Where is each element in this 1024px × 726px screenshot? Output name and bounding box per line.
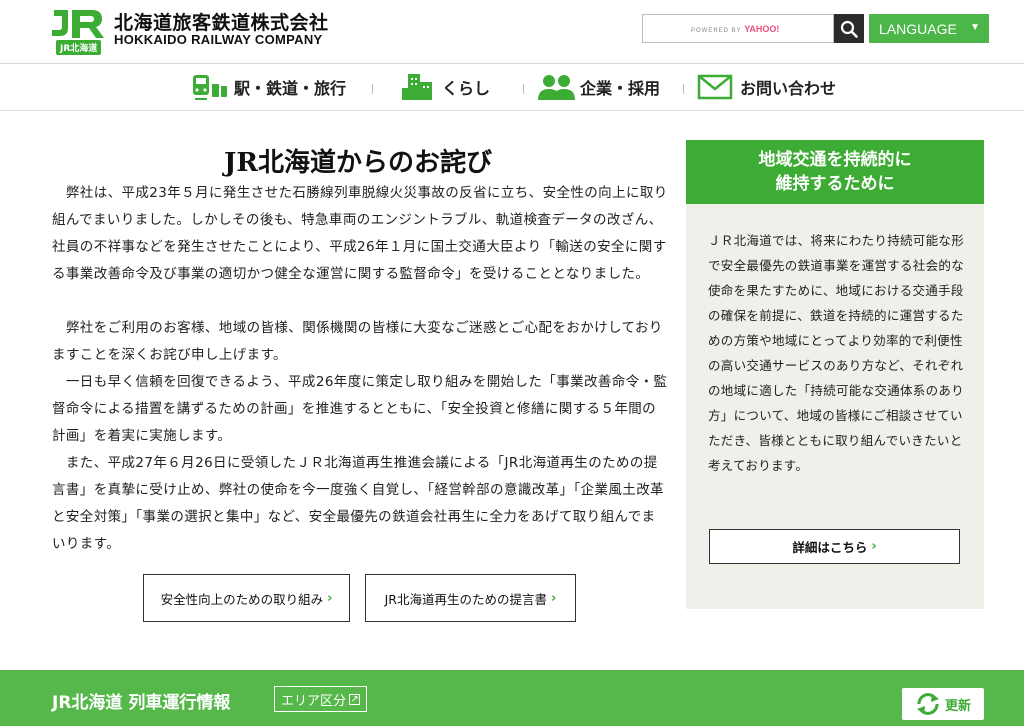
chevron-right-icon: › [551,590,557,606]
refresh-label: 更新 [944,698,971,714]
search-placeholder: POWERED BY YAHOO! [691,24,779,34]
page-title: JR北海道からのお詫び [224,148,492,178]
nav-divider [683,84,684,94]
train-info-band: JR北海道 列車運行情報 エリア区分 ↗ 更新 [0,670,1024,726]
chevron-right-icon: › [871,539,877,554]
building-icon [398,72,438,102]
nav-item-label: 企業・採用 [580,79,661,98]
sidebar-title-line: 維持するために [775,174,895,194]
search-placeholder-prefix: POWERED BY [691,28,742,34]
nav-divider [523,84,524,94]
chevron-down-icon: ▼ [970,22,980,33]
logo-subtext: JR北海道 [56,40,102,55]
external-link-icon: ↗ [349,693,361,705]
details-label: 詳細はこちら [792,540,868,555]
nav-item-label: くらし [442,79,491,98]
nav-item-life[interactable]: くらし [398,72,490,102]
safety-efforts-label: 安全性向上のための取り組み [160,591,324,607]
train-info-title: JR北海道 列車運行情報 [52,693,231,713]
sidebar-title: 地域交通を持続的に 維持するために [686,140,984,204]
nav-item-label: お問い合わせ [740,79,837,98]
nav-item-label: 駅・鉄道・旅行 [234,79,347,98]
apology-paragraph: また、平成27年６月26日に受領したＪＲ北海道再生推進会議による「JR北海道再生… [52,455,664,552]
area-button[interactable]: エリア区分 ↗ [274,686,368,712]
search-button[interactable] [834,14,864,43]
search-input[interactable]: POWERED BY YAHOO! [642,14,834,43]
search-icon [840,20,858,38]
apology-paragraph: 弊社をご利用のお客様、地域の皆様、関係機関の皆様に大変なご迷惑とご心配をおかけし… [52,320,663,363]
apology-paragraph: 弊社は、平成23年５月に発生させた石勝線列車脱線火災事故の反省に立ち、安全性の向… [52,185,668,282]
safety-efforts-button[interactable]: 安全性向上のための取り組み › [143,574,350,622]
language-select[interactable]: LANGUAGE ▼ [869,14,989,43]
nav-item-contact[interactable]: お問い合わせ [696,72,836,102]
details-button[interactable]: 詳細はこちら › [709,529,960,564]
company-name-ja[interactable]: 北海道旅客鉄道株式会社 [114,8,329,35]
train-icon [190,72,230,102]
language-label: LANGUAGE [879,20,957,37]
nav-divider [372,84,373,94]
sidebar-body: ＪＲ北海道では、将来にわたり持続可能な形で安全最優先の鉄道事業を運営する社会的な… [708,233,965,473]
sidebar-title-line: 地域交通を持続的に [758,150,912,170]
nav-item-travel[interactable]: 駅・鉄道・旅行 [190,72,346,102]
search-placeholder-brand: YAHOO! [744,24,780,34]
proposal-label: JR北海道再生のための提言書 [384,591,547,607]
people-icon [536,72,576,102]
proposal-button[interactable]: JR北海道再生のための提言書 › [365,574,576,622]
chevron-right-icon: › [327,590,333,606]
area-label: エリア区分 [281,693,347,709]
company-name-en[interactable]: HOKKAIDO RAILWAY COMPANY [114,32,322,47]
refresh-icon [916,693,939,715]
refresh-button[interactable]: 更新 [902,688,984,720]
jr-logo-mark [52,10,104,38]
nav-item-corporate[interactable]: 企業・採用 [536,72,660,102]
site-header: JR北海道 北海道旅客鉄道株式会社 HOKKAIDO RAILWAY COMPA… [0,0,1024,64]
sidebar-panel: 地域交通を持続的に 維持するために ＪＲ北海道では、将来にわたり持続可能な形で安… [686,140,984,609]
global-nav: 駅・鉄道・旅行 くらし 企業・採用 お問い合わせ [0,64,1024,111]
mail-icon [696,72,736,102]
apology-paragraph: 一日も早く信頼を回復できるよう、平成26年度に策定し取り組みを開始した「事業改善… [52,374,668,444]
jr-logo[interactable]: JR北海道 [50,8,106,55]
